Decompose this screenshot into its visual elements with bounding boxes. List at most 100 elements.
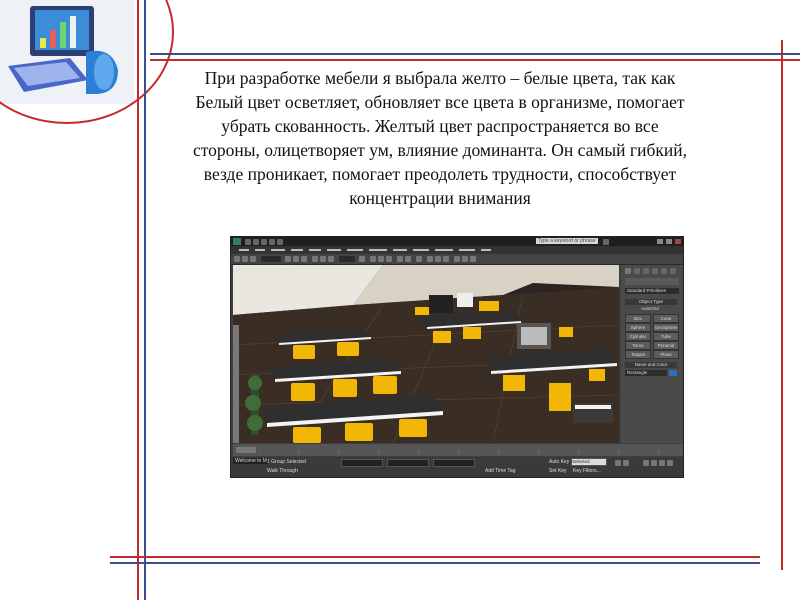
move-icon[interactable]	[312, 256, 318, 262]
object-color-swatch[interactable]	[669, 370, 677, 376]
tube-button[interactable]: Tube	[653, 332, 679, 341]
x-coordinate-field[interactable]	[341, 459, 383, 467]
maximize-viewport-icon[interactable]	[667, 460, 673, 466]
main-toolbar	[231, 254, 683, 265]
command-panel: Standard Primitives Object Type AutoGrid…	[621, 265, 683, 443]
close-icon[interactable]	[675, 239, 681, 244]
region-select-icon[interactable]	[301, 256, 307, 262]
paragraph-line: Белый цвет осветляет, обновляет все цвет…	[195, 92, 685, 112]
timeline-ticks	[259, 449, 660, 453]
frame-line-bottom-red	[110, 556, 760, 558]
selection-filter-dropdown[interactable]	[261, 256, 281, 262]
frame-line-bottom-blue	[110, 562, 760, 564]
paragraph-line: При разработке мебели я выбрала желто – …	[204, 68, 676, 88]
next-frame-icon[interactable]	[623, 460, 629, 466]
z-coordinate-field[interactable]	[433, 459, 475, 467]
key-filters-button[interactable]: Key Filters...	[573, 468, 601, 474]
cone-button[interactable]: Cone	[653, 314, 679, 323]
render-icon[interactable]	[470, 256, 476, 262]
undo-icon[interactable]	[269, 239, 275, 245]
curve-editor-icon[interactable]	[427, 256, 433, 262]
key-mode-dropdown[interactable]: Selected	[571, 458, 607, 466]
menu-bar	[231, 246, 683, 254]
autogrid-checkbox[interactable]: AutoGrid	[641, 306, 659, 311]
viewport-label[interactable]: [+][Perspective][Realistic]	[236, 267, 292, 273]
timeline[interactable]	[233, 444, 683, 456]
y-coordinate-field[interactable]	[387, 459, 429, 467]
frame-line-top-red	[150, 59, 800, 61]
plane-button[interactable]: Plane	[653, 350, 679, 359]
pan-icon[interactable]	[651, 460, 657, 466]
office-scene-render	[233, 265, 619, 443]
unlink-icon[interactable]	[242, 256, 248, 262]
set-key-button[interactable]: Set Key	[549, 468, 567, 474]
pivot-icon[interactable]	[359, 256, 365, 262]
search-input[interactable]: Type a keyword or phrase	[536, 238, 598, 244]
create-tab-icon[interactable]	[625, 268, 631, 274]
cylinder-button[interactable]: Cylinder	[625, 332, 651, 341]
select-by-name-icon[interactable]	[293, 256, 299, 262]
auto-key-button[interactable]: Auto Key	[549, 459, 569, 465]
modify-tab-icon[interactable]	[634, 268, 640, 274]
hierarchy-tab-icon[interactable]	[643, 268, 649, 274]
layer-manager-icon[interactable]	[416, 256, 422, 262]
perspective-viewport[interactable]: [+][Perspective][Realistic]	[233, 265, 619, 443]
rotate-icon[interactable]	[320, 256, 326, 262]
snap-toggle-icon[interactable]	[370, 256, 376, 262]
schematic-view-icon[interactable]	[435, 256, 441, 262]
reference-coordinate-dropdown[interactable]	[339, 256, 355, 262]
box-button[interactable]: Box	[625, 314, 651, 323]
menu-items[interactable]	[239, 246, 539, 254]
object-type-header[interactable]: Object Type	[625, 299, 677, 305]
selection-status: 1 Group Selected	[267, 459, 306, 465]
sphere-button[interactable]: Sphere	[625, 323, 651, 332]
orbit-icon[interactable]	[659, 460, 665, 466]
name-and-color-header[interactable]: Name and Color	[625, 362, 677, 368]
new-file-icon[interactable]	[245, 239, 251, 245]
category-icons-row[interactable]	[625, 278, 679, 285]
slide-paragraph: При разработке мебели я выбрала желто – …	[140, 66, 740, 210]
bind-icon[interactable]	[250, 256, 256, 262]
3d-editor-window: Type a keyword or phrase [+][Perspective…	[230, 236, 684, 478]
primitive-type-dropdown[interactable]: Standard Primitives	[625, 288, 679, 294]
select-link-icon[interactable]	[234, 256, 240, 262]
redo-icon[interactable]	[277, 239, 283, 245]
angle-snap-icon[interactable]	[378, 256, 384, 262]
paragraph-line: стороны, олицетворяет ум, влияние домина…	[193, 140, 687, 160]
maximize-icon[interactable]	[666, 239, 672, 244]
pyramid-button[interactable]: Pyramid	[653, 341, 679, 350]
open-file-icon[interactable]	[253, 239, 259, 245]
zoom-icon[interactable]	[643, 460, 649, 466]
object-name-input[interactable]: Rectangle	[625, 370, 667, 376]
command-panel-tabs	[625, 268, 679, 275]
add-time-tag-button[interactable]: Add Time Tag	[485, 468, 515, 474]
align-icon[interactable]	[405, 256, 411, 262]
select-object-icon[interactable]	[285, 256, 291, 262]
teapot-button[interactable]: Teapot	[625, 350, 651, 359]
app-logo-icon	[233, 238, 241, 245]
percent-snap-icon[interactable]	[386, 256, 392, 262]
utilities-tab-icon[interactable]	[670, 268, 676, 274]
time-slider[interactable]	[236, 447, 256, 453]
geosphere-button[interactable]: GeoSphere	[653, 323, 679, 332]
prompt-line: Walk Through	[267, 468, 298, 474]
frame-line-red	[137, 0, 139, 600]
help-icon[interactable]	[603, 239, 609, 245]
status-bar: Welcome to M 1 Group Selected Walk Throu…	[231, 457, 683, 477]
motion-tab-icon[interactable]	[652, 268, 658, 274]
save-file-icon[interactable]	[261, 239, 267, 245]
maxscript-listener[interactable]: Welcome to M	[233, 458, 269, 464]
minimize-icon[interactable]	[657, 239, 663, 244]
mirror-icon[interactable]	[397, 256, 403, 262]
play-icon[interactable]	[615, 460, 621, 466]
scale-icon[interactable]	[328, 256, 334, 262]
render-setup-icon[interactable]	[454, 256, 460, 262]
frame-line-red-right	[781, 40, 783, 570]
display-tab-icon[interactable]	[661, 268, 667, 274]
frame-line-top-blue	[150, 53, 800, 55]
render-frame-icon[interactable]	[462, 256, 468, 262]
paragraph-line: концентрации внимания	[349, 188, 531, 208]
title-bar: Type a keyword or phrase	[231, 237, 683, 246]
material-editor-icon[interactable]	[443, 256, 449, 262]
torus-button[interactable]: Torus	[625, 341, 651, 350]
